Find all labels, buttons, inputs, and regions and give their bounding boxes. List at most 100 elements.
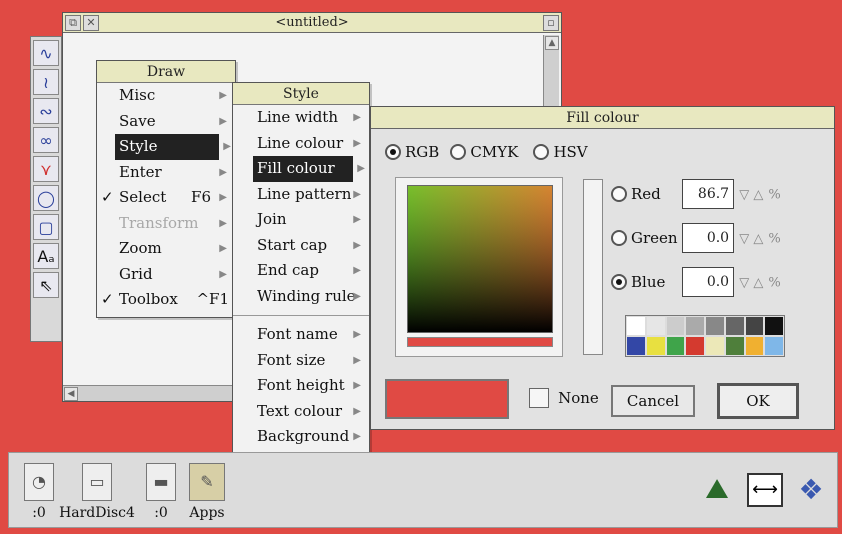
menu-item-style[interactable]: Style ▶ — [115, 134, 231, 160]
submenu-arrow-icon: ▶ — [353, 137, 361, 149]
blue-value-field[interactable]: 0.0 — [682, 267, 735, 297]
closed-curve-tool-icon[interactable]: ∞ — [33, 127, 59, 153]
submenu-arrow-icon: ▶ — [353, 405, 361, 417]
ellipse-tool-icon[interactable]: ◯ — [33, 185, 59, 211]
menu-item-winding-rule[interactable]: Winding rule ▶ — [233, 284, 369, 310]
palette-swatch[interactable] — [764, 336, 784, 356]
menu-item-background[interactable]: Background ▶ — [233, 424, 369, 450]
menu-item-line-pattern[interactable]: Line pattern ▶ — [233, 182, 369, 208]
radio-green[interactable] — [611, 230, 627, 246]
iconbar-label: :0 — [32, 505, 46, 521]
line-tool-icon[interactable]: ∾ — [33, 98, 59, 124]
submenu-arrow-icon: ▶ — [353, 112, 361, 123]
draw-menu: Draw Misc ▶ Save ▶ Style ▶ Enter ▶ ✓ Select F6… — [96, 60, 236, 318]
none-option[interactable]: None — [529, 387, 599, 408]
vertical-colour-slider[interactable] — [583, 179, 603, 355]
radio-rgb[interactable]: RGB — [385, 141, 439, 161]
radio-blue[interactable] — [611, 274, 627, 290]
colour-palette — [625, 315, 785, 357]
fill-colour-dialog: Fill colour RGB CMYK HSV Red 86.7 ▽ △ % … — [370, 106, 835, 430]
menu-item-start-cap[interactable]: Start cap ▶ — [233, 233, 369, 259]
cancel-button[interactable]: Cancel — [611, 385, 695, 417]
toggle-size-icon[interactable]: ▫ — [543, 15, 559, 31]
menu-item-end-cap[interactable]: End cap ▶ — [233, 258, 369, 284]
radio-icon — [533, 143, 550, 160]
menu-item-font-name[interactable]: Font name ▶ — [233, 322, 369, 348]
menu-item-select[interactable]: ✓ Select F6 ▶ — [97, 185, 235, 211]
radio-hsv[interactable]: HSV — [533, 141, 588, 161]
select-tool-icon[interactable]: ⇖ — [33, 272, 59, 298]
menu-item-text-colour[interactable]: Text colour ▶ — [233, 399, 369, 425]
palette-swatch[interactable] — [645, 316, 666, 336]
palette-swatch[interactable] — [626, 316, 646, 336]
iconbar-item-ramdisc[interactable]: ▬ :0 — [141, 463, 181, 521]
palette-swatch[interactable] — [744, 336, 765, 356]
ok-button[interactable]: OK — [717, 383, 799, 419]
menu-item-line-width[interactable]: Line width ▶ — [233, 105, 369, 131]
freehand-line-tool-icon[interactable]: ∿ — [33, 40, 59, 66]
colour-model-selector: RGB CMYK HSV — [385, 141, 588, 161]
palette-swatch[interactable] — [705, 316, 725, 336]
palette-swatch[interactable] — [665, 336, 686, 356]
menu-item-font-height[interactable]: Font height ▶ — [233, 373, 369, 399]
submenu-arrow-icon: ▶ — [219, 90, 227, 101]
palette-swatch[interactable] — [724, 316, 745, 336]
draw-window-titlebar[interactable]: ⧉ ✕ <untitled> ▫ — [63, 13, 561, 33]
palette-swatch[interactable] — [764, 316, 784, 336]
menu-item-fill-colour[interactable]: Fill colour ▶ — [253, 156, 365, 182]
apps-folder-icon: ✎ — [189, 463, 225, 501]
submenu-arrow-icon: ▶ — [353, 380, 361, 391]
menu-item-toolbox[interactable]: ✓ Toolbox ^F1 — [97, 287, 235, 313]
palette-swatch[interactable] — [685, 316, 705, 336]
red-value-field[interactable]: 86.7 — [682, 179, 735, 209]
radio-red[interactable] — [611, 186, 627, 202]
adjust-arrows-icon[interactable]: ▽ △ — [739, 232, 763, 247]
palette-swatch[interactable] — [724, 336, 745, 356]
radio-cmyk[interactable]: CMYK — [450, 141, 518, 161]
freehand-tool-icon[interactable]: ⋎ — [33, 156, 59, 182]
scroll-left-icon[interactable]: ◀ — [64, 387, 78, 401]
menu-item-zoom[interactable]: Zoom ▶ — [97, 236, 235, 262]
dialog-titlebar[interactable]: Fill colour — [371, 107, 834, 129]
iconbar-item-apps[interactable]: ✎ Apps — [185, 463, 229, 521]
hard-disc-icon: ▭ — [82, 463, 112, 501]
menu-item-grid[interactable]: Grid ▶ — [97, 262, 235, 288]
menu-item-font-size[interactable]: Font size ▶ — [233, 348, 369, 374]
unit-label: % — [768, 187, 781, 203]
rectangle-tool-icon[interactable]: ▢ — [33, 214, 59, 240]
draw-app-icon[interactable]: ⛰ — [699, 471, 735, 507]
scroll-up-icon[interactable]: ▲ — [545, 36, 559, 50]
submenu-arrow-icon: ▶ — [219, 192, 227, 203]
iconbar-item-floppy[interactable]: ◔ :0 — [19, 463, 59, 521]
submenu-arrow-icon: ▶ — [353, 214, 361, 225]
palette-swatch[interactable] — [665, 316, 686, 336]
draw-menu-title: Draw — [97, 61, 235, 83]
text-tool-icon[interactable]: Aₐ — [33, 243, 59, 269]
palette-swatch[interactable] — [685, 336, 705, 356]
menu-item-enter[interactable]: Enter ▶ — [97, 160, 235, 186]
menu-item-misc[interactable]: Misc ▶ — [97, 83, 235, 109]
icon-bar: ◔ :0 ▭ HardDisc4 ▬ :0 ✎ Apps ⛰ ⟷ ❖ — [8, 452, 838, 528]
palette-swatch[interactable] — [626, 336, 646, 356]
palette-swatch[interactable] — [744, 316, 765, 336]
green-value-field[interactable]: 0.0 — [682, 223, 735, 253]
iconbar-item-harddisc[interactable]: ▭ HardDisc4 — [57, 463, 137, 521]
colour-gradient-field[interactable] — [407, 185, 553, 333]
menu-item-join[interactable]: Join ▶ — [233, 207, 369, 233]
menu-separator — [233, 315, 369, 316]
task-manager-icon[interactable]: ❖ — [791, 471, 831, 509]
menu-item-save[interactable]: Save ▶ — [97, 109, 235, 135]
palette-swatch[interactable] — [705, 336, 725, 356]
curve-tool-icon[interactable]: ≀ — [33, 69, 59, 95]
iconbar-label: HardDisc4 — [59, 505, 135, 521]
display-manager-icon[interactable]: ⟷ — [747, 473, 783, 507]
adjust-arrows-icon[interactable]: ▽ △ — [739, 188, 763, 203]
palette-swatch[interactable] — [645, 336, 666, 356]
adjust-arrows-icon[interactable]: ▽ △ — [739, 276, 763, 291]
menu-item-line-colour[interactable]: Line colour ▶ — [233, 131, 369, 157]
ram-disc-icon: ▬ — [146, 463, 176, 501]
colour-slider-bar[interactable] — [407, 337, 553, 347]
style-menu: Style Line width ▶ Line colour ▶ Fill colo… — [232, 82, 370, 458]
none-checkbox[interactable] — [529, 387, 549, 408]
unit-label: % — [768, 231, 781, 247]
